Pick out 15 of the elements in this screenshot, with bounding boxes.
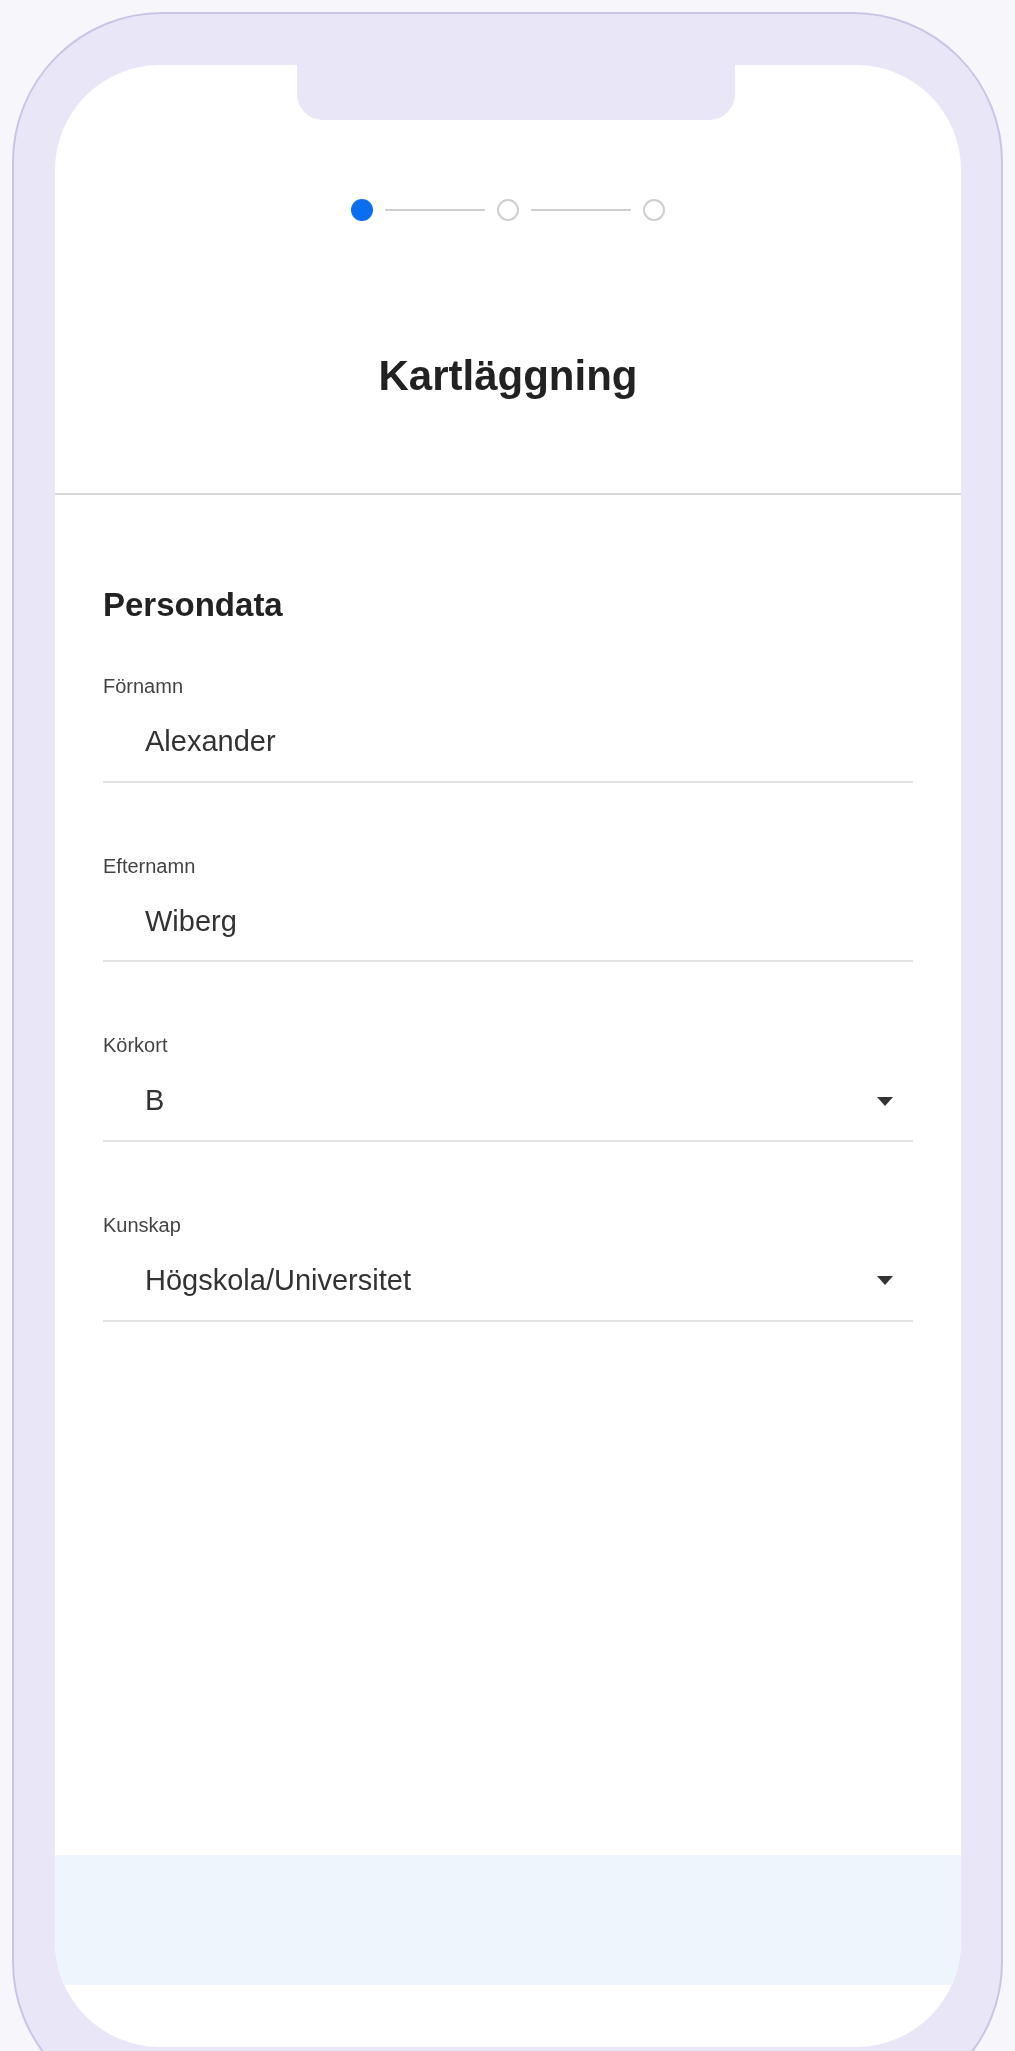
text-field[interactable]: Wiberg	[103, 902, 913, 963]
page-title: Kartläggning	[377, 351, 639, 401]
dropdown-field[interactable]: Högskola/Universitet	[103, 1262, 913, 1322]
field-label: Körkort	[103, 1033, 169, 1059]
step-dot[interactable]	[643, 199, 665, 221]
field-label: Efternamn	[103, 853, 197, 879]
text-field[interactable]: Alexander	[103, 723, 913, 783]
caret-icon	[877, 1276, 893, 1286]
caret-icon	[877, 1096, 893, 1106]
dropdown-field[interactable]: B	[103, 1082, 913, 1143]
step-dot[interactable]	[351, 199, 373, 221]
section-title: Persondata	[103, 585, 284, 625]
field-label: Kunskap	[103, 1213, 182, 1239]
field-label: Förnamn	[103, 674, 185, 699]
step-dot[interactable]	[497, 199, 519, 221]
